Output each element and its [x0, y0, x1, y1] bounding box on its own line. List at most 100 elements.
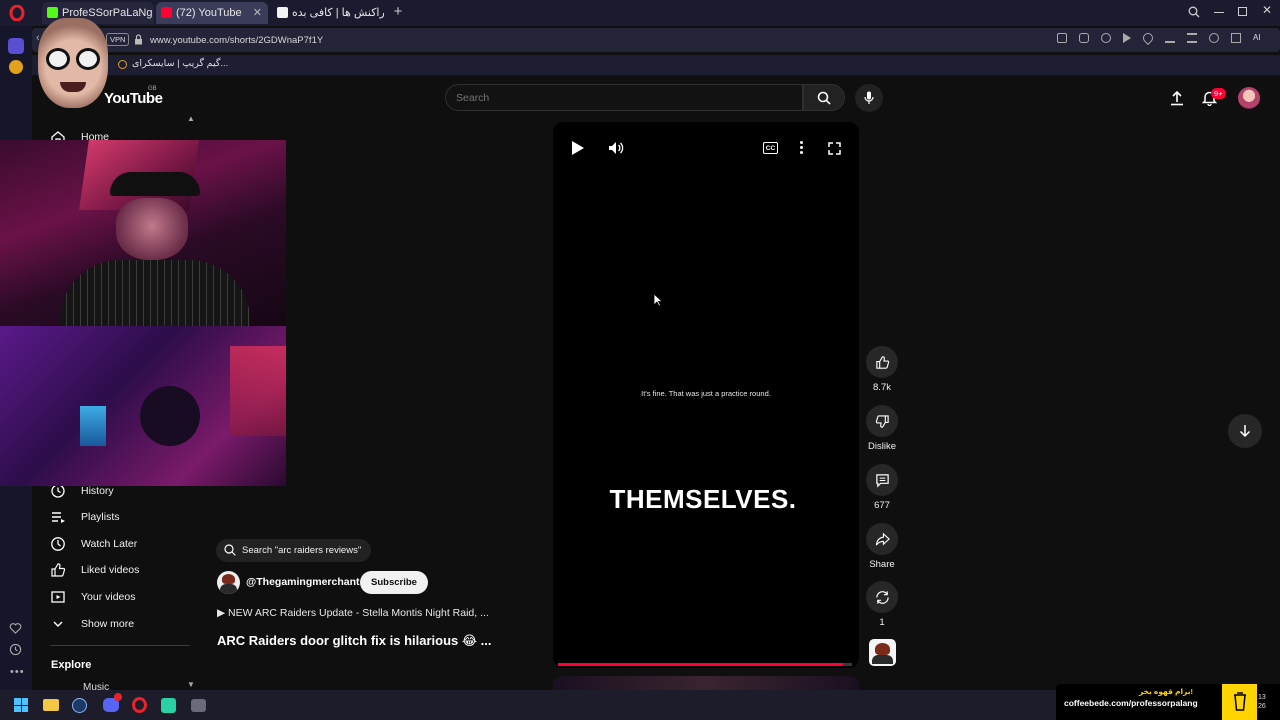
channel-avatar[interactable] [217, 571, 240, 594]
aria-icon[interactable] [8, 38, 24, 54]
share-button[interactable] [866, 523, 898, 555]
camera-icon[interactable] [1079, 33, 1089, 43]
app-green-icon[interactable] [161, 698, 176, 713]
channel-name[interactable]: @Thegamingmerchant [246, 576, 360, 588]
favorite-heart-icon[interactable] [1140, 30, 1156, 46]
youtube-logo-text[interactable]: YouTube [104, 90, 163, 107]
subscribe-button[interactable]: Subscribe [360, 571, 428, 594]
thumbs-up-icon [51, 563, 66, 577]
progress-track[interactable] [558, 663, 852, 666]
volume-button[interactable] [608, 140, 624, 156]
kick-favicon-icon [47, 7, 58, 18]
vpn-badge[interactable]: VPN [106, 33, 130, 46]
like-button[interactable] [866, 346, 898, 378]
tab-coffeebede[interactable]: تراکنش ها | کافی بده [272, 2, 384, 24]
sound-thumbnail[interactable] [869, 639, 896, 666]
notification-badge: 9+ [1211, 88, 1226, 99]
steam-icon[interactable] [72, 698, 87, 713]
close-tab-icon[interactable]: ✕ [253, 2, 262, 24]
menu-icon[interactable] [1187, 33, 1197, 43]
browser-tab-bar: ProfeSSorPaLaNg Stream (72) YouTube ✕ تر… [0, 0, 1280, 26]
account-avatar[interactable] [1238, 87, 1260, 109]
file-explorer-icon[interactable] [43, 699, 59, 711]
comment-icon [875, 473, 889, 488]
url-input[interactable] [150, 31, 650, 49]
nav-your-videos-label: Your videos [81, 591, 136, 603]
fullscreen-button[interactable] [828, 142, 841, 155]
next-short-preview[interactable] [553, 676, 859, 690]
edit-icon[interactable] [1057, 33, 1067, 43]
watch-later-icon [51, 537, 65, 551]
app-controller-icon[interactable] [191, 699, 206, 712]
more-options-button[interactable] [800, 141, 803, 154]
tab-search-icon[interactable] [1188, 6, 1200, 18]
nav-playlists[interactable]: Playlists [50, 505, 120, 529]
sound-thumbnail-head [875, 643, 890, 655]
voice-search-button[interactable] [855, 84, 883, 112]
webcam-figure [140, 386, 200, 446]
nav-history-label: History [81, 485, 114, 497]
search-box [445, 84, 803, 111]
nav-music-label[interactable]: Music [83, 682, 109, 690]
dislike-button[interactable] [866, 405, 898, 437]
coffee-url: coffeebede.com/professorpalang [1064, 698, 1198, 708]
new-tab-button[interactable]: + [391, 3, 405, 21]
related-video-link[interactable]: ▶ NEW ARC Raiders Update - Stella Montis… [217, 607, 489, 619]
mascot-glasses-right [76, 48, 100, 70]
scroll-up-arrow-icon[interactable]: ▲ [187, 114, 195, 123]
profile-icon[interactable] [1209, 33, 1219, 43]
play-icon[interactable] [1123, 33, 1131, 43]
explore-heading: Explore [51, 659, 92, 671]
close-window-button[interactable]: ✕ [1262, 3, 1272, 17]
clock-line-1: 13 [1258, 694, 1266, 701]
scroll-down-arrow-icon[interactable]: ▼ [187, 680, 195, 689]
streamer-mascot-face [38, 18, 108, 108]
opera-taskbar-icon[interactable] [132, 697, 147, 713]
search-button[interactable] [803, 84, 845, 111]
chevron-down-icon [53, 621, 63, 627]
maximize-button[interactable] [1238, 7, 1247, 16]
heart-icon[interactable] [9, 622, 22, 635]
windows-start-icon[interactable] [14, 698, 28, 712]
comments-button[interactable] [866, 464, 898, 496]
wallet-icon[interactable] [9, 60, 23, 74]
nav-show-more[interactable]: Show more [50, 612, 134, 636]
share-label: Share [869, 559, 895, 570]
play-button[interactable] [571, 140, 585, 156]
extensions-icon[interactable] [1231, 33, 1241, 43]
upload-icon[interactable] [1170, 90, 1184, 106]
history-clock-icon[interactable] [9, 643, 22, 656]
nav-liked-videos-label: Liked videos [81, 564, 140, 576]
your-videos-icon [51, 591, 65, 603]
ai-icon[interactable]: AI [1253, 33, 1267, 43]
nav-your-videos[interactable]: Your videos [50, 585, 135, 609]
coffee-title: برام قهوه بخر! [1138, 687, 1194, 696]
youtube-region: GB [148, 86, 157, 92]
video-title[interactable]: ARC Raiders door glitch fix is hilarious… [217, 633, 492, 649]
more-options-icon[interactable]: ••• [10, 666, 25, 678]
shield-icon[interactable] [1101, 33, 1111, 43]
progress-fill [558, 663, 844, 666]
coffeebede-favicon-icon [277, 7, 288, 18]
address-bar-tools: AI [1057, 30, 1267, 46]
nav-liked-videos[interactable]: Liked videos [50, 558, 139, 582]
minimize-button[interactable] [1214, 12, 1224, 13]
download-icon[interactable] [1165, 33, 1175, 43]
bookmark-item[interactable]: گیم گریپ | سایسکرای... [132, 58, 228, 69]
shorts-player[interactable]: CC It's fine. That was just a practice r… [553, 122, 859, 668]
next-short-button[interactable] [1228, 414, 1262, 448]
fullscreen-icon [828, 142, 841, 155]
sound-thumbnail-body [872, 655, 893, 664]
bookmark-favicon-icon [118, 60, 127, 69]
lock-icon[interactable] [134, 34, 143, 45]
opera-logo-icon[interactable] [8, 4, 26, 22]
microphone-icon [864, 91, 874, 104]
captions-button[interactable]: CC [763, 142, 778, 154]
remix-button[interactable] [866, 581, 898, 613]
nav-watch-later[interactable]: Watch Later [50, 532, 137, 556]
search-suggestion-chip[interactable]: Search "arc raiders reviews" [216, 539, 372, 562]
search-input[interactable] [456, 89, 786, 106]
clock-line-2: 26 [1258, 703, 1266, 710]
discord-badge [114, 693, 122, 701]
tab-youtube[interactable]: (72) YouTube ✕ [156, 2, 268, 24]
